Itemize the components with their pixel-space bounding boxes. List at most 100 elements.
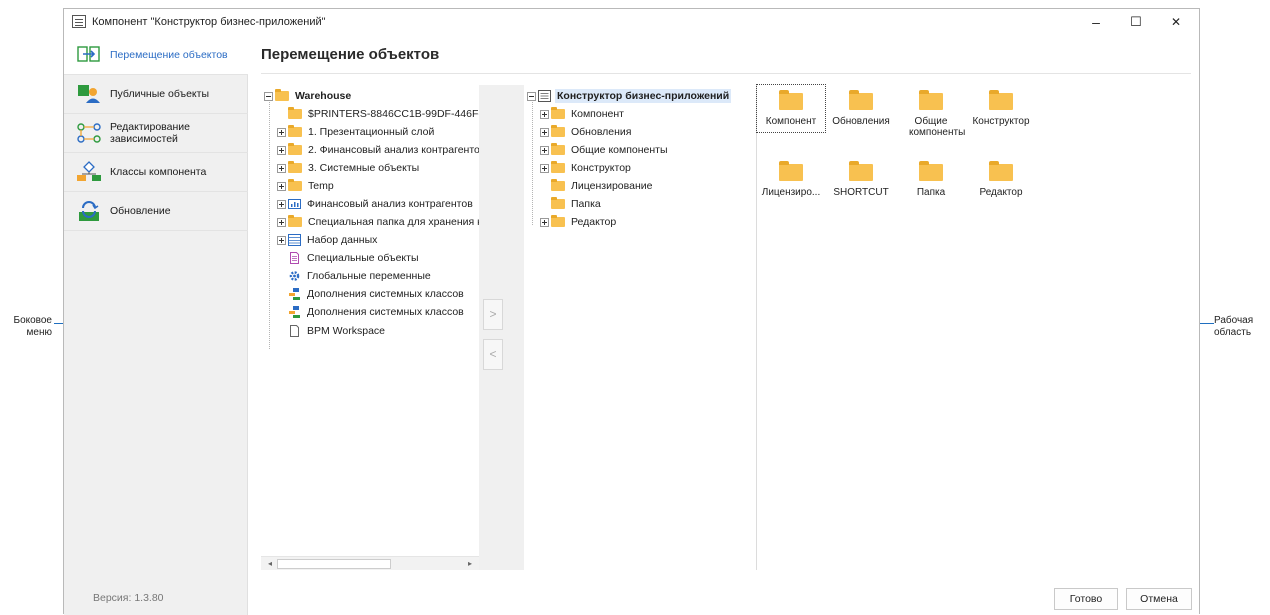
tree-node[interactable]: 3. Системные объекты — [277, 159, 421, 177]
tree-node[interactable]: Лицензирование — [551, 177, 654, 195]
icon-item[interactable]: Лицензиро... — [757, 158, 825, 198]
folder-icon — [288, 161, 302, 173]
icon-item[interactable]: Общие компоненты — [897, 87, 965, 138]
sidebar-item-label: Классы компонента — [110, 166, 207, 178]
icon-view-workspace[interactable]: Компонент Обновления Общие компоненты Ко… — [756, 84, 1194, 570]
tree-node-label: Набор данных — [307, 234, 378, 246]
icon-item-label: Общие компоненты — [909, 116, 966, 138]
document-icon — [288, 252, 301, 264]
minimize-button[interactable]: – — [1076, 11, 1116, 33]
tree-node[interactable]: Дополнения системных классов — [288, 303, 466, 321]
tree-node-label: Дополнения системных классов — [307, 306, 464, 318]
tree-node[interactable]: Папка — [551, 195, 603, 213]
scroll-left-arrow[interactable]: ◂ — [263, 558, 277, 570]
icon-item[interactable]: SHORTCUT — [827, 158, 895, 198]
done-button[interactable]: Готово — [1054, 588, 1118, 610]
folder-icon — [779, 161, 803, 181]
folder-icon — [989, 90, 1013, 110]
tree-node[interactable]: $PRINTERS-8846CC1B-99DF-446F-AF3 — [288, 105, 479, 123]
expand-toggle[interactable] — [540, 217, 549, 227]
move-left-button[interactable]: < — [483, 339, 503, 370]
expand-toggle[interactable] — [540, 163, 549, 173]
scroll-thumb[interactable] — [277, 559, 391, 569]
sidebar-item-component-classes[interactable]: Классы компонента — [64, 153, 248, 192]
collapse-toggle[interactable] — [527, 91, 536, 101]
tree-node-label: Лицензирование — [571, 180, 653, 192]
sidebar-item-label: Редактирование зависимостей — [110, 121, 190, 145]
tree-node-label: Финансовый анализ контрагентов — [307, 198, 473, 210]
folder-icon — [849, 161, 873, 181]
title-bar: Компонент "Конструктор бизнес-приложений… — [64, 9, 1199, 36]
icon-item[interactable]: Редактор — [967, 158, 1035, 198]
component-classes-icon — [76, 161, 102, 183]
folder-icon — [919, 161, 943, 181]
expand-toggle[interactable] — [277, 163, 286, 173]
sidebar-item-label: Обновление — [110, 205, 171, 217]
expand-toggle[interactable] — [540, 127, 549, 137]
horizontal-scrollbar[interactable]: ◂ ▸ — [261, 556, 479, 570]
tree-node[interactable]: Редактор — [540, 213, 618, 231]
expand-toggle[interactable] — [277, 199, 286, 209]
expand-toggle[interactable] — [540, 109, 549, 119]
tree-node[interactable]: BPM Workspace — [288, 322, 387, 340]
tree-node[interactable]: Temp — [277, 177, 336, 195]
tree-node[interactable]: Глобальные переменные — [288, 267, 433, 285]
maximize-button[interactable]: ☐ — [1116, 11, 1156, 33]
tree-node-label: BPM Workspace — [307, 325, 385, 337]
expand-toggle[interactable] — [277, 235, 286, 245]
tree-node[interactable]: Дополнения системных классов — [288, 285, 466, 303]
move-right-button[interactable]: > — [483, 299, 503, 330]
tree-node-label: Компонент — [571, 108, 624, 120]
tree-node[interactable]: Финансовый анализ контрагентов — [277, 195, 475, 213]
tree-node[interactable]: Набор данных — [277, 231, 379, 249]
tree-node[interactable]: 1. Презентационный слой — [277, 123, 436, 141]
source-tree[interactable]: Warehouse $PRINTERS-8846CC1B-99DF-446F-A… — [261, 85, 479, 570]
folder-icon — [551, 107, 565, 119]
tree-node[interactable]: Специальные объекты — [288, 249, 421, 267]
folder-icon — [779, 90, 803, 110]
tree-node-label: Папка — [571, 198, 601, 210]
expand-toggle[interactable] — [277, 181, 286, 191]
cancel-button[interactable]: Отмена — [1126, 588, 1192, 610]
tree-node[interactable]: Компонент — [540, 105, 626, 123]
tree-node[interactable]: Конструктор — [540, 159, 633, 177]
tree-node-label: Редактор — [571, 216, 617, 228]
tree-node[interactable]: Общие компоненты — [540, 141, 670, 159]
folder-icon — [275, 89, 289, 101]
tree-node[interactable]: Специальная папка для хранения ко — [277, 213, 479, 231]
icon-item[interactable]: Конструктор — [967, 87, 1035, 127]
title-divider — [261, 73, 1191, 74]
folder-icon — [288, 143, 302, 155]
tree-node[interactable]: Обновления — [540, 123, 633, 141]
scroll-right-arrow[interactable]: ▸ — [463, 558, 477, 570]
collapse-toggle[interactable] — [264, 91, 273, 101]
sidebar-menu: Перемещение объектов Публичные объекты Р… — [64, 36, 248, 615]
tree-node-warehouse[interactable]: Warehouse — [264, 87, 353, 105]
expand-toggle[interactable] — [277, 145, 286, 155]
expand-toggle[interactable] — [277, 217, 286, 227]
icon-item[interactable]: Компонент — [756, 84, 826, 133]
sidebar-item-label: Перемещение объектов — [110, 49, 228, 61]
icon-item[interactable]: Обновления — [827, 87, 895, 127]
folder-icon — [551, 125, 565, 137]
close-button[interactable]: ✕ — [1156, 11, 1196, 33]
sidebar-item-dependencies[interactable]: Редактирование зависимостей — [64, 114, 248, 153]
icon-item-label: Папка — [916, 187, 946, 198]
tree-node-label: Конструктор — [571, 162, 631, 174]
tree-node-root[interactable]: Конструктор бизнес-приложений — [527, 87, 732, 105]
dependencies-icon — [76, 122, 102, 144]
window-app-icon — [72, 15, 86, 28]
page-icon — [288, 325, 301, 337]
sidebar-item-update[interactable]: Обновление — [64, 192, 248, 231]
icon-item[interactable]: Папка — [897, 158, 965, 198]
window-title: Компонент "Конструктор бизнес-приложений… — [92, 16, 326, 28]
sidebar-item-move-objects[interactable]: Перемещение объектов — [64, 36, 248, 75]
tree-node[interactable]: 2. Финансовый анализ контрагентов — [277, 141, 479, 159]
expand-toggle[interactable] — [540, 145, 549, 155]
tree-node-label: 3. Системные объекты — [308, 162, 420, 174]
sidebar-item-public-objects[interactable]: Публичные объекты — [64, 75, 248, 114]
expand-toggle[interactable] — [277, 127, 286, 137]
tree-node-label: Глобальные переменные — [307, 270, 431, 282]
icon-item-label: Редактор — [979, 187, 1023, 198]
target-tree[interactable]: Конструктор бизнес-приложений Компонент … — [524, 85, 756, 570]
